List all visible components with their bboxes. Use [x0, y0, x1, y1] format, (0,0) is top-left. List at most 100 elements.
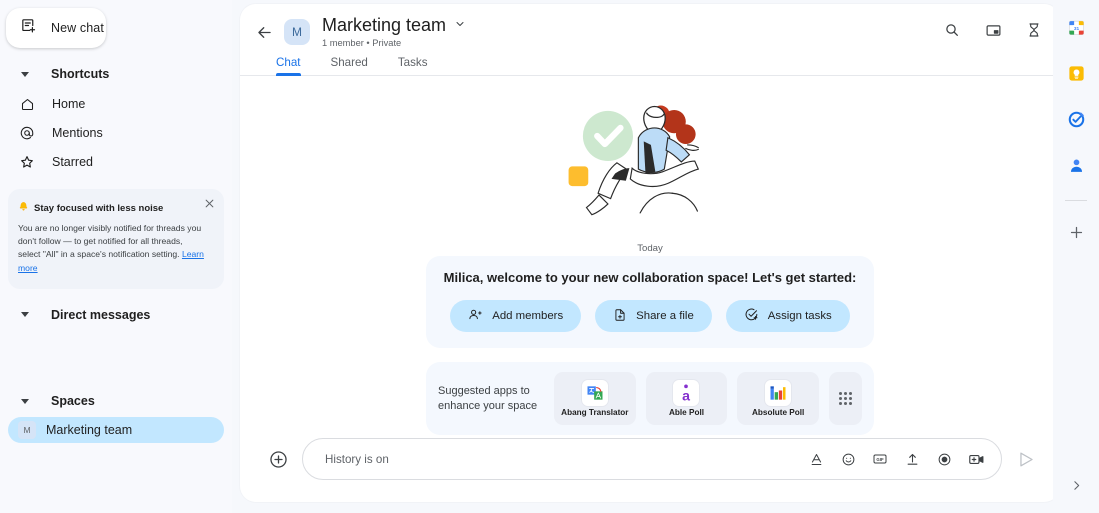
sidebar-item-mentions[interactable]: Mentions [0, 122, 232, 144]
record-icon[interactable] [935, 450, 953, 468]
picture-in-picture-icon[interactable] [983, 20, 1003, 40]
svg-text:GIF: GIF [876, 457, 884, 462]
add-attachment-icon[interactable] [266, 447, 290, 471]
sidebar-section-shortcuts[interactable]: Shortcuts [0, 62, 232, 86]
grid-dots [838, 391, 853, 406]
back-arrow-icon[interactable] [250, 18, 278, 46]
app-name-absolute-poll: Absolute Poll [751, 408, 805, 417]
add-members-label: Add members [492, 310, 564, 322]
sidebar-item-starred[interactable]: Starred [0, 151, 232, 173]
new-chat-button[interactable]: New chat [6, 8, 106, 48]
add-app-icon[interactable] [1065, 221, 1087, 243]
day-divider: Today [637, 243, 663, 254]
notification-card: Stay focused with less noise You are no … [8, 189, 224, 289]
spaces-title: Spaces [51, 394, 95, 408]
chevron-down-icon [21, 398, 29, 404]
page-title: Marketing team [322, 15, 447, 35]
emoji-icon[interactable] [839, 450, 857, 468]
main-area: M Marketing team 1 member • Private Chat… [232, 0, 1060, 513]
notification-title-row: Stay focused with less noise [18, 199, 212, 217]
new-chat-container: New chat [0, 0, 232, 48]
suggested-apps-label-line1: Suggested apps to [438, 384, 530, 397]
chevron-down-icon [21, 71, 29, 77]
conversation-header: M Marketing team 1 member • Private [240, 4, 1060, 50]
notification-title: Stay focused with less noise [34, 202, 164, 214]
space-avatar: M [284, 19, 310, 45]
able-poll-icon: a [673, 380, 700, 406]
app-tile-able-poll[interactable]: a Able Poll [645, 372, 728, 425]
add-members-icon [468, 307, 483, 325]
space-subtitle: 1 member • Private [322, 38, 402, 48]
assign-tasks-button[interactable]: Assign tasks [725, 300, 850, 332]
sidebar-item-home[interactable]: Home [0, 93, 232, 115]
google-contacts-icon[interactable] [1065, 154, 1087, 176]
sidebar-item-starred-label: Starred [52, 155, 93, 169]
left-sidebar: New chat Shortcuts Home Mentions Starred… [0, 0, 232, 513]
tab-shared[interactable]: Shared [331, 56, 368, 75]
home-icon [18, 95, 36, 113]
right-app-rail: 31 [1053, 0, 1099, 513]
google-tasks-icon[interactable] [1065, 108, 1087, 130]
welcome-actions: Add members Share a file Assign tasks [426, 300, 874, 332]
tab-chat[interactable]: Chat [276, 56, 301, 76]
app-tile-abang-translator[interactable]: Abang Translator [554, 372, 636, 425]
assign-tasks-label: Assign tasks [767, 310, 832, 322]
text-format-icon[interactable] [807, 450, 825, 468]
new-chat-icon [20, 17, 37, 39]
message-input-container[interactable]: GIF [302, 438, 1002, 480]
sidebar-item-marketing-team-label: Marketing team [46, 423, 133, 437]
app-name-abang-translator: Abang Translator [561, 408, 629, 417]
bell-icon [18, 199, 29, 217]
sidebar-item-mentions-label: Mentions [52, 126, 103, 140]
message-composer: GIF [240, 438, 1060, 480]
close-icon[interactable] [202, 196, 216, 210]
google-calendar-icon[interactable]: 31 [1065, 16, 1087, 38]
gif-icon[interactable]: GIF [871, 450, 889, 468]
share-file-label: Share a file [636, 310, 694, 322]
sidebar-item-home-label: Home [52, 97, 86, 111]
welcome-illustration [240, 76, 1060, 233]
sidebar-item-marketing-team[interactable]: M Marketing team [8, 417, 224, 443]
at-mention-icon [18, 124, 36, 142]
composer-icons: GIF [807, 450, 985, 468]
svg-text:31: 31 [1073, 25, 1079, 31]
notification-body: You are no longer visibly notified for t… [18, 222, 212, 275]
chevron-down-icon [454, 17, 466, 35]
sidebar-section-direct-messages[interactable]: Direct messages [0, 303, 232, 327]
app-name-able-poll: Able Poll [668, 408, 704, 417]
message-input[interactable] [325, 452, 807, 466]
search-icon[interactable] [942, 20, 962, 40]
chevron-down-icon [21, 312, 29, 318]
chevron-right-icon[interactable] [1066, 475, 1086, 495]
space-title-button[interactable]: Marketing team [322, 15, 466, 36]
add-members-button[interactable]: Add members [450, 300, 582, 332]
tab-tasks[interactable]: Tasks [398, 56, 428, 75]
suggested-apps-card: Suggested apps to enhance your space Aba… [426, 362, 874, 435]
header-actions [942, 20, 1044, 40]
hourglass-icon[interactable] [1024, 20, 1044, 40]
upload-file-icon[interactable] [903, 450, 921, 468]
star-icon [18, 153, 36, 171]
share-file-button[interactable]: Share a file [595, 300, 712, 332]
apps-grid-icon[interactable] [828, 372, 862, 425]
assign-tasks-icon [744, 307, 759, 325]
welcome-card: Milica, welcome to your new collaboratio… [426, 256, 874, 348]
space-meta: Marketing team 1 member • Private [322, 14, 466, 48]
notification-body-text: You are no longer visibly notified for t… [18, 223, 202, 260]
conversation-tabs: Chat Shared Tasks [240, 50, 1060, 76]
conversation-body: Today Milica, welcome to your new collab… [240, 76, 1060, 436]
send-icon[interactable] [1014, 447, 1038, 471]
shortcuts-title: Shortcuts [51, 67, 110, 81]
sidebar-section-spaces[interactable]: Spaces [0, 389, 232, 413]
direct-messages-title: Direct messages [51, 307, 151, 322]
google-keep-icon[interactable] [1065, 62, 1087, 84]
share-file-icon [613, 308, 627, 325]
suggested-apps-label-line2: enhance your space [438, 399, 538, 412]
video-message-icon[interactable] [967, 450, 985, 468]
google-chat-window: New chat Shortcuts Home Mentions Starred… [0, 0, 1099, 513]
sidebar-bottom-padding [0, 443, 232, 513]
avatar: M [18, 421, 36, 439]
app-tile-absolute-poll[interactable]: Absolute Poll [737, 372, 819, 425]
abang-translator-icon [581, 380, 608, 406]
